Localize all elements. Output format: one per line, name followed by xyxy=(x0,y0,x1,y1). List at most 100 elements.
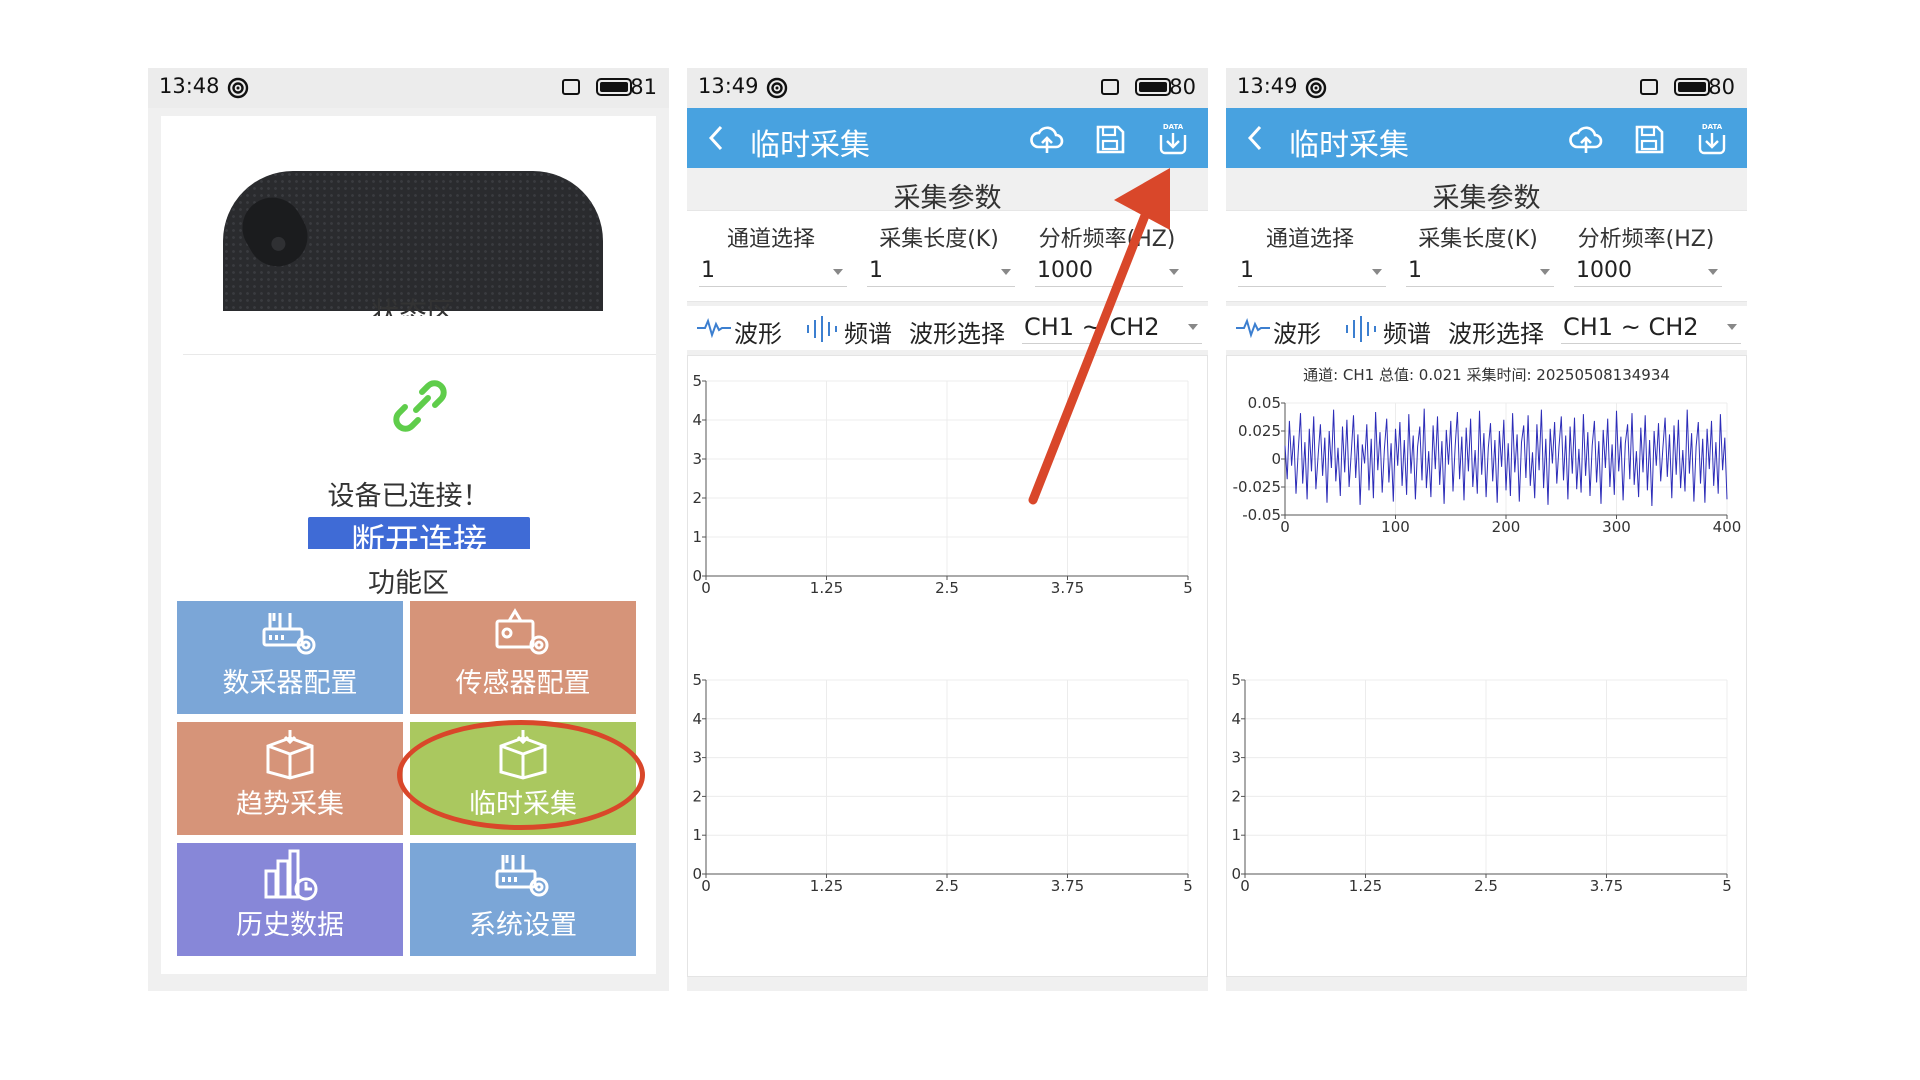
x-tick-label: 5 xyxy=(1183,579,1193,597)
device-photo xyxy=(223,171,603,311)
waveform-chart: 0 100 200 300 400 -0.05 -0.025 0 0.025 0.05 xyxy=(1233,394,1742,536)
phone-screen-temp-collect-data: 13:49 80 临时采集 DATA 采集参数 通道选择 1 采集长度(K) 1… xyxy=(1226,68,1747,991)
dropdown-caret-icon xyxy=(1727,324,1737,330)
x-tick-label: 1.25 xyxy=(1349,877,1382,895)
save-icon[interactable] xyxy=(1631,121,1667,157)
back-arrow-icon[interactable] xyxy=(1246,124,1264,152)
tile-label: 传感器配置 xyxy=(455,668,591,699)
y-tick-label: 2 xyxy=(1231,787,1241,805)
x-tick-label: 2.5 xyxy=(935,579,959,597)
y-tick-label: 5 xyxy=(692,671,702,689)
charts-panel: 通道: CH1 总值: 0.021 采集时间: 20250508134934 0… xyxy=(1226,355,1747,977)
tile-collector-config[interactable]: 数采器配置 xyxy=(177,601,403,714)
select-value: 1000 xyxy=(1576,258,1632,283)
battery-level: 81 xyxy=(630,75,657,99)
spectrum-tab[interactable]: 频谱 xyxy=(844,314,892,349)
x-tick-label: 3.75 xyxy=(1051,579,1084,597)
chart-clock-icon xyxy=(264,849,318,901)
box-download-icon xyxy=(266,730,314,780)
tile-sensor-config[interactable]: 传感器配置 xyxy=(410,601,636,714)
x-tick-label: 2.5 xyxy=(1474,877,1498,895)
wave-select-label: 波形选择 xyxy=(909,320,1005,348)
spectrum-icon[interactable] xyxy=(1343,316,1381,342)
length-select[interactable]: 1 xyxy=(867,257,1015,287)
y-tick-label: -0.025 xyxy=(1233,478,1281,496)
x-tick-label: 0 xyxy=(1240,877,1250,895)
tile-system-settings[interactable]: 系统设置 xyxy=(410,843,636,956)
y-tick-label: 5 xyxy=(1231,671,1241,689)
battery-level: 80 xyxy=(1708,75,1735,99)
spectrum-chart: 0 1.25 2.5 3.75 5 0 1 2 3 4 5 xyxy=(692,671,1192,895)
channel-range-select[interactable]: CH1 ~ CH2 xyxy=(1022,312,1202,344)
mode-row: 波形 频谱 波形选择 CH1 ~ CH2 xyxy=(1226,306,1747,350)
param-label: 采集长度(K) xyxy=(1418,227,1538,252)
y-tick-label: 0 xyxy=(1231,865,1241,883)
channel-select[interactable]: 1 xyxy=(1238,257,1386,287)
page-title: 临时采集 xyxy=(1289,128,1409,163)
waveform-icon[interactable] xyxy=(1236,318,1270,338)
y-tick-label: 4 xyxy=(1231,710,1241,728)
hotspot-icon xyxy=(227,77,249,99)
x-tick-label: 0 xyxy=(1280,518,1290,536)
battery-level: 80 xyxy=(1169,75,1196,99)
y-tick-label: 3 xyxy=(692,450,702,468)
tile-label: 趋势采集 xyxy=(236,789,344,820)
x-tick-label: 300 xyxy=(1602,518,1631,536)
channel-select[interactable]: 1 xyxy=(699,257,847,287)
dropdown-caret-icon xyxy=(1169,269,1179,275)
battery-icon xyxy=(1674,78,1710,96)
wave-select-label: 波形选择 xyxy=(1448,320,1544,348)
y-tick-label: 0 xyxy=(1271,450,1281,468)
select-value: 1 xyxy=(1240,258,1254,283)
charts-panel: 0 1.25 2.5 3.75 5 0 1 2 3 4 5 0 1.25 2.5 3.75 5 0 1 2 3 4 5 xyxy=(687,355,1208,977)
y-tick-label: 5 xyxy=(692,372,702,390)
x-tick-label: 200 xyxy=(1492,518,1521,536)
x-tick-label: 3.75 xyxy=(1051,877,1084,895)
length-select[interactable]: 1 xyxy=(1406,257,1554,287)
y-tick-label: 0.05 xyxy=(1248,394,1281,412)
screen-mirror-icon xyxy=(562,79,580,95)
tile-history-data[interactable]: 历史数据 xyxy=(177,843,403,956)
connection-status-text: 设备已连接！ xyxy=(327,481,490,512)
data-collect-icon[interactable]: DATA xyxy=(1694,121,1730,157)
tile-label: 数采器配置 xyxy=(222,668,358,699)
status-bar: 13:48 81 xyxy=(148,68,669,108)
tile-trend-collect[interactable]: 趋势采集 xyxy=(177,722,403,835)
phone-screen-temp-collect-empty: 13:49 80 临时采集 DATA 采集参数 通道选择 1 采集长度(K) 1… xyxy=(687,68,1208,991)
cloud-upload-icon[interactable] xyxy=(1029,121,1065,157)
channel-range-select[interactable]: CH1 ~ CH2 xyxy=(1561,312,1741,344)
screen-mirror-icon xyxy=(1101,79,1119,95)
spectrum-icon[interactable] xyxy=(804,316,842,342)
frequency-select[interactable]: 1000 xyxy=(1035,257,1183,287)
select-value: CH1 ~ CH2 xyxy=(1024,313,1160,341)
param-label: 分析频率(HZ) xyxy=(1577,227,1715,252)
x-tick-label: 0 xyxy=(701,579,711,597)
status-bar: 13:49 80 xyxy=(1226,68,1747,108)
y-tick-label: 1 xyxy=(1231,826,1241,844)
battery-icon xyxy=(1135,78,1171,96)
y-tick-label: 3 xyxy=(1231,749,1241,767)
frequency-select[interactable]: 1000 xyxy=(1574,257,1722,287)
tile-label: 历史数据 xyxy=(236,910,344,941)
waveform-tab[interactable]: 波形 xyxy=(734,314,782,349)
status-time: 13:48 xyxy=(159,74,220,98)
page-title: 临时采集 xyxy=(750,128,870,163)
y-tick-label: 4 xyxy=(692,710,702,728)
status-time: 13:49 xyxy=(698,74,759,98)
y-tick-label: 0.025 xyxy=(1238,422,1281,440)
save-icon[interactable] xyxy=(1092,121,1128,157)
data-collect-icon[interactable]: DATA xyxy=(1155,121,1191,157)
back-arrow-icon[interactable] xyxy=(707,124,725,152)
y-tick-label: 1 xyxy=(692,528,702,546)
dropdown-caret-icon xyxy=(1540,269,1550,275)
status-bar: 13:49 80 xyxy=(687,68,1208,108)
y-tick-label: 0 xyxy=(692,865,702,883)
waveform-icon[interactable] xyxy=(697,318,731,338)
select-value: 1 xyxy=(701,258,715,283)
param-label: 分析频率(HZ) xyxy=(1038,227,1176,252)
param-label: 采集长度(K) xyxy=(879,227,999,252)
spectrum-tab[interactable]: 频谱 xyxy=(1383,314,1431,349)
x-tick-label: 1.25 xyxy=(810,877,843,895)
cloud-upload-icon[interactable] xyxy=(1568,121,1604,157)
waveform-tab[interactable]: 波形 xyxy=(1273,314,1321,349)
